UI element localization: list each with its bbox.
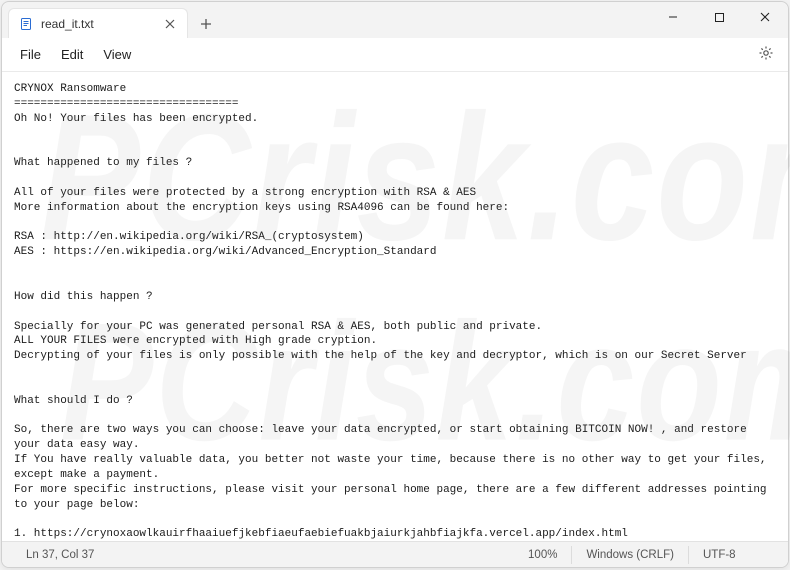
- tab-strip: read_it.txt: [2, 2, 220, 38]
- document-icon: [19, 17, 33, 31]
- menu-edit[interactable]: Edit: [51, 41, 93, 68]
- menu-file[interactable]: File: [10, 41, 51, 68]
- menu-view[interactable]: View: [93, 41, 141, 68]
- cursor-position[interactable]: Ln 37, Col 37: [12, 546, 108, 564]
- line-ending[interactable]: Windows (CRLF): [571, 546, 688, 564]
- maximize-button[interactable]: [696, 2, 742, 32]
- close-tab-button[interactable]: [163, 17, 177, 31]
- encoding[interactable]: UTF-8: [688, 546, 778, 564]
- document-content: CRYNOX Ransomware ======================…: [14, 82, 776, 541]
- minimize-button[interactable]: [650, 2, 696, 32]
- new-tab-button[interactable]: [192, 10, 220, 38]
- window-controls: [650, 2, 788, 38]
- close-window-button[interactable]: [742, 2, 788, 32]
- text-editor[interactable]: CRYNOX Ransomware ======================…: [2, 72, 788, 541]
- tab-title: read_it.txt: [41, 17, 94, 31]
- document-tab[interactable]: read_it.txt: [8, 8, 188, 38]
- notepad-window: read_it.txt File Edit View: [1, 1, 789, 568]
- titlebar: read_it.txt: [2, 2, 788, 38]
- settings-button[interactable]: [752, 41, 780, 69]
- zoom-level[interactable]: 100%: [514, 546, 571, 564]
- statusbar: Ln 37, Col 37 100% Windows (CRLF) UTF-8: [2, 541, 788, 567]
- menubar: File Edit View: [2, 38, 788, 72]
- gear-icon: [758, 45, 774, 64]
